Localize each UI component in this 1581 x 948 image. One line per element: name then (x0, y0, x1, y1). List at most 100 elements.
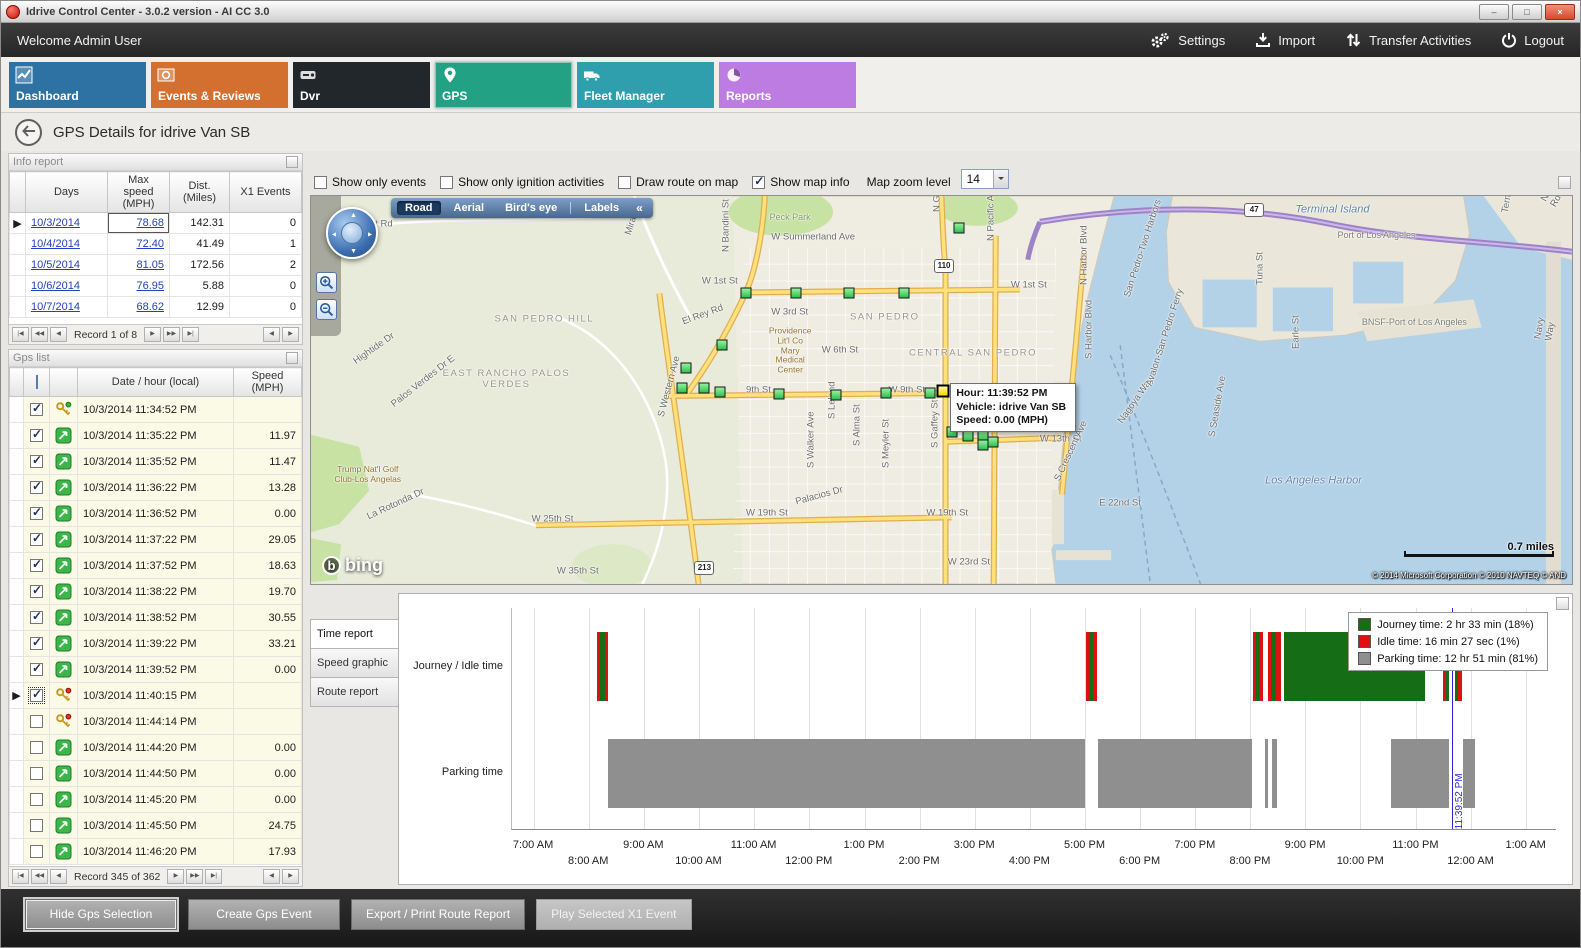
gps-row-checkbox[interactable] (30, 715, 43, 728)
pager-scroll-button[interactable]: ◀ (263, 327, 280, 342)
pager-prev-button[interactable]: ◀◀ (31, 327, 48, 342)
column-header-speed[interactable]: Speed (MPH) (234, 368, 302, 397)
map-view-birdseye-tab[interactable]: Bird's eye (497, 201, 565, 215)
pager-prev-button[interactable]: |◀ (12, 327, 29, 342)
import-button[interactable]: Import (1255, 32, 1315, 48)
gps-row-checkbox[interactable] (30, 585, 43, 598)
pager-scroll-button[interactable]: ▶ (282, 869, 299, 884)
tab-route-report[interactable]: Route report (310, 678, 398, 707)
checkbox-icon[interactable] (752, 176, 765, 189)
map-option-show-only-events[interactable]: Show only events (314, 175, 426, 189)
tab-gps[interactable]: GPS (435, 62, 572, 108)
map-option-show-map-info[interactable]: Show map info (752, 175, 849, 189)
gps-marker[interactable] (925, 388, 936, 399)
select-all-checkbox-icon[interactable] (36, 375, 38, 389)
gps-list-row[interactable]: 10/3/2014 11:39:52 PM0.00 (10, 657, 302, 683)
pager-prev-button[interactable]: ◀ (50, 869, 67, 884)
maximize-button[interactable]: □ (1512, 4, 1542, 20)
settings-button[interactable]: Settings (1149, 32, 1225, 49)
pager-prev-button[interactable]: |◀ (12, 869, 29, 884)
gps-list-row[interactable]: 10/3/2014 11:44:50 PM0.00 (10, 761, 302, 787)
map-view-labels-tab[interactable]: Labels (576, 201, 627, 215)
tab-dashboard[interactable]: Dashboard (9, 62, 146, 108)
export-print-route-report-button[interactable]: Export / Print Route Report (351, 899, 525, 930)
day-link[interactable]: 10/4/2014 (31, 238, 80, 250)
pager-next-button[interactable]: ▶ (144, 327, 161, 342)
gps-list-row[interactable]: 10/3/2014 11:36:22 PM13.28 (10, 475, 302, 501)
gps-row-checkbox[interactable] (30, 637, 43, 650)
gps-row-checkbox[interactable] (30, 689, 43, 702)
compass-north-arrow-icon[interactable]: ▲ (350, 212, 357, 219)
gps-row-checkbox[interactable] (30, 455, 43, 468)
checkbox-icon[interactable] (440, 176, 453, 189)
day-link[interactable]: 10/5/2014 (31, 259, 80, 271)
logout-button[interactable]: Logout (1501, 32, 1564, 48)
info-report-row[interactable]: 10/7/201468.6212.990 (10, 297, 302, 318)
pager-next-button[interactable]: ▶▶ (186, 869, 203, 884)
column-header-date-hour[interactable]: Date / hour (local) (78, 368, 234, 397)
close-button[interactable]: × (1545, 4, 1575, 20)
zoom-out-button[interactable] (316, 299, 337, 320)
gps-marker[interactable] (699, 383, 710, 394)
gps-marker[interactable] (773, 388, 784, 399)
gps-row-checkbox[interactable] (30, 481, 43, 494)
select-all-header[interactable] (24, 368, 50, 397)
column-header-days[interactable]: Days (26, 172, 108, 213)
gps-marker[interactable] (676, 383, 687, 394)
gps-list-row[interactable]: 10/3/2014 11:35:52 PM11.47 (10, 449, 302, 475)
gps-row-checkbox[interactable] (30, 533, 43, 546)
pager-scroll-button[interactable]: ◀ (263, 869, 280, 884)
hide-gps-selection-button[interactable]: Hide Gps Selection (25, 899, 177, 930)
gps-marker[interactable] (881, 388, 892, 399)
transfer-activities-button[interactable]: Transfer Activities (1345, 32, 1471, 48)
map-option-show-only-ignition-activities[interactable]: Show only ignition activities (440, 175, 604, 189)
gps-row-checkbox[interactable] (30, 507, 43, 520)
collapse-info-panel-button[interactable] (286, 156, 298, 168)
gps-row-checkbox[interactable] (30, 819, 43, 832)
gps-row-checkbox[interactable] (30, 429, 43, 442)
map-option-draw-route-on-map[interactable]: Draw route on map (618, 175, 738, 189)
gps-row-checkbox[interactable] (30, 663, 43, 676)
zoom-in-button[interactable] (316, 272, 337, 293)
gps-row-checkbox[interactable] (30, 611, 43, 624)
gps-marker[interactable] (898, 287, 909, 298)
map-view-road-tab[interactable]: Road (397, 201, 441, 215)
info-report-row[interactable]: ▶10/3/201478.68142.310 (10, 213, 302, 234)
pager-next-button[interactable]: ▶| (205, 869, 222, 884)
pager-scroll-button[interactable]: ▶ (282, 327, 299, 342)
gps-list-row[interactable]: 10/3/2014 11:37:52 PM18.63 (10, 553, 302, 579)
tab-dvr[interactable]: Dvr (293, 62, 430, 108)
pager-prev-button[interactable]: ◀ (50, 327, 67, 342)
gps-list-row[interactable]: 10/3/2014 11:44:14 PM (10, 709, 302, 735)
back-button[interactable] (15, 119, 42, 146)
gps-list-row[interactable]: 10/3/2014 11:38:22 PM19.70 (10, 579, 302, 605)
gps-list-row[interactable]: 10/3/2014 11:46:20 PM17.93 (10, 839, 302, 865)
checkbox-icon[interactable] (618, 176, 631, 189)
gps-marker[interactable] (830, 390, 841, 401)
map-view-collapse-button[interactable]: « (632, 201, 647, 215)
map-compass-control[interactable]: ▲ ▲ ▲ ▲ (326, 207, 378, 259)
info-report-row[interactable]: 10/6/201476.955.880 (10, 276, 302, 297)
gps-list-row[interactable]: 10/3/2014 11:44:20 PM0.00 (10, 735, 302, 761)
gps-marker[interactable] (844, 288, 855, 299)
compass-south-arrow-icon[interactable]: ▲ (350, 247, 357, 254)
gps-marker[interactable] (988, 436, 999, 447)
column-header-max-speed[interactable]: Max speed (MPH) (108, 172, 170, 213)
max-speed-link[interactable]: 76.95 (136, 280, 164, 292)
create-gps-event-button[interactable]: Create Gps Event (188, 899, 340, 930)
column-header-distance[interactable]: Dist. (Miles) (170, 172, 230, 213)
max-speed-link[interactable]: 72.40 (136, 238, 164, 250)
gps-marker[interactable] (680, 363, 691, 374)
map-view-aerial-tab[interactable]: Aerial (446, 201, 493, 215)
max-speed-link[interactable]: 81.05 (136, 259, 164, 271)
gps-marker[interactable] (741, 287, 752, 298)
minimize-button[interactable]: – (1479, 4, 1509, 20)
tab-time-report[interactable]: Time report (310, 619, 398, 649)
horizontal-splitter[interactable] (310, 585, 1573, 593)
pager-next-button[interactable]: ▶▶ (163, 327, 180, 342)
selected-gps-marker[interactable] (936, 385, 949, 398)
gps-row-checkbox[interactable] (30, 741, 43, 754)
compass-west-arrow-icon[interactable]: ▲ (331, 231, 338, 238)
tab-events-reviews[interactable]: Events & Reviews (151, 62, 288, 108)
info-report-row[interactable]: 10/5/201481.05172.562 (10, 255, 302, 276)
